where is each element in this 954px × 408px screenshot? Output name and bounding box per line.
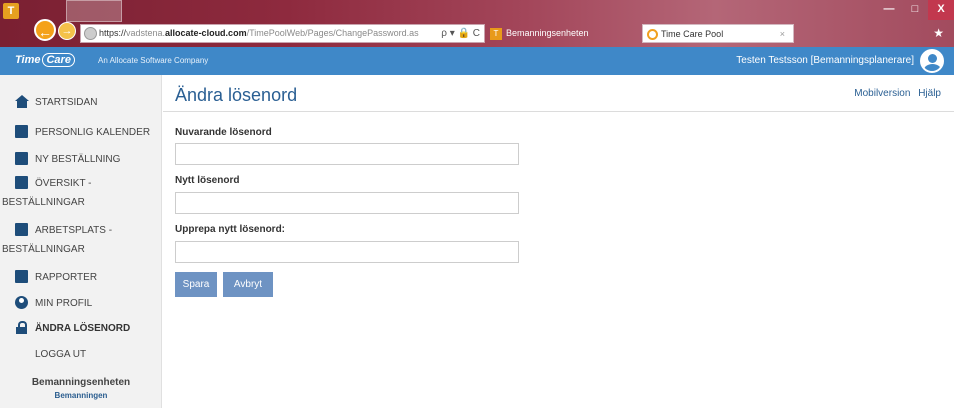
url-scheme: https://	[99, 28, 127, 38]
calendar-icon	[15, 125, 28, 138]
url-path: /TimePoolWeb/Pages/ChangePassword.as	[246, 28, 419, 38]
current-password-input[interactable]	[175, 143, 519, 165]
tab-thumbnail[interactable]	[66, 0, 122, 22]
app-thumbnail-icon[interactable]: T	[3, 3, 19, 19]
new-password-input[interactable]	[175, 192, 519, 214]
repeat-password-input[interactable]	[175, 241, 519, 263]
avatar-icon[interactable]	[920, 49, 944, 73]
sidebar-item-label: NY BESTÄLLNING	[35, 154, 121, 165]
person-icon	[15, 296, 28, 309]
time-care-logo[interactable]: Time Care	[15, 53, 75, 67]
tab-label: Bemanningsenheten	[506, 28, 589, 38]
tab-time-care-pool[interactable]: Time Care Pool ×	[642, 24, 794, 43]
sidebar-item-label: RAPPORTER	[35, 272, 98, 283]
url-domain: allocate-cloud.com	[165, 28, 247, 38]
sidebar-item-label: ÄNDRA LÖSENORD	[35, 323, 131, 334]
address-bar-controls[interactable]: ρ ▾ 🔒 C	[441, 25, 480, 42]
sidebar-item-label-line2: BESTÄLLNINGAR	[2, 244, 85, 255]
new-password-label: Nytt lösenord	[175, 175, 240, 186]
title-divider	[163, 111, 954, 112]
document-icon	[15, 152, 28, 165]
sidebar-item-label: STARTSIDAN	[35, 97, 98, 108]
home-icon	[15, 95, 29, 108]
site-icon	[84, 27, 97, 40]
tab-label: Time Care Pool	[661, 29, 724, 39]
help-link[interactable]: Hjälp	[918, 88, 941, 99]
forward-button[interactable]: →	[58, 22, 76, 40]
save-button[interactable]: Spara	[175, 272, 217, 297]
sidebar-item-label: LOGGA UT	[35, 349, 87, 360]
close-window-button[interactable]: X	[928, 0, 954, 20]
sidebar-item-label: PERSONLIG KALENDER	[35, 127, 151, 138]
sidebar-item-label: ÖVERSIKT -	[35, 178, 92, 189]
logo-care: Care	[42, 53, 75, 67]
main-content: Ändra lösenord Mobilversion Hjälp Nuvara…	[163, 75, 954, 408]
document-icon	[15, 176, 28, 189]
favorites-star-icon[interactable]: ★	[933, 26, 944, 40]
minimize-button[interactable]: —	[876, 0, 902, 20]
sidebar-item-label: MIN PROFIL	[35, 298, 93, 309]
company-tagline: An Allocate Software Company	[98, 56, 209, 65]
sidebar-item-label: ARBETSPLATS -	[35, 225, 113, 236]
mobile-version-link[interactable]: Mobilversion	[854, 88, 910, 99]
sidebar: STARTSIDAN PERSONLIG KALENDER NY BESTÄLL…	[0, 75, 162, 408]
user-name: Testen Testsson [Bemanningsplanerare]	[736, 55, 914, 66]
lock-icon	[15, 321, 28, 334]
top-links: Mobilversion Hjälp	[849, 88, 941, 99]
tab-bemanningsenheten[interactable]: T Bemanningsenheten	[488, 24, 638, 43]
tab-close-icon[interactable]: ×	[780, 25, 785, 43]
tab-favicon-icon	[647, 29, 658, 41]
current-password-label: Nuvarande lösenord	[175, 127, 272, 138]
url-subdomain: vadstena.	[126, 28, 166, 38]
sidebar-item-label-line2: BESTÄLLNINGAR	[2, 197, 85, 208]
document-icon	[15, 223, 28, 236]
back-button[interactable]: ←	[34, 19, 56, 41]
app-header: Time Care An Allocate Software Company Te…	[0, 47, 954, 75]
unit-subname[interactable]: Bemanningen	[0, 391, 162, 400]
cancel-button[interactable]: Avbryt	[223, 272, 273, 297]
page-title: Ändra lösenord	[175, 85, 298, 105]
report-icon	[15, 270, 28, 283]
repeat-password-label: Upprepa nytt lösenord:	[175, 224, 286, 235]
window-controls: — □ X	[876, 0, 954, 20]
browser-chrome: T ← → https://vadstena.allocate-cloud.co…	[0, 0, 954, 47]
unit-name: Bemanningsenheten	[31, 377, 131, 388]
address-bar[interactable]: https://vadstena.allocate-cloud.com/Time…	[80, 24, 485, 43]
tab-favicon-icon: T	[490, 27, 502, 40]
logo-time: Time	[15, 54, 41, 66]
maximize-button[interactable]: □	[902, 0, 928, 20]
